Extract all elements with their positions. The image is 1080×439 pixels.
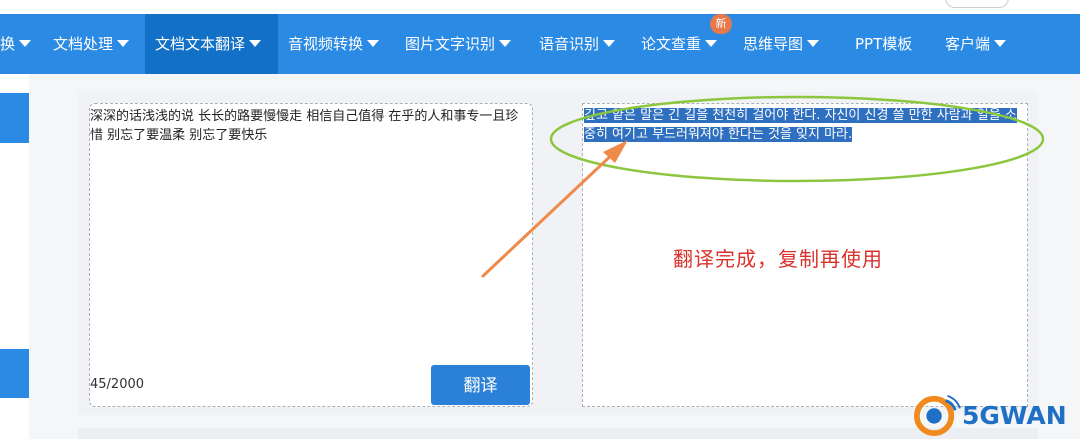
watermark-text: 5GWAN bbox=[962, 401, 1067, 430]
annotation-text: 翻译完成，复制再使用 bbox=[673, 247, 883, 271]
annotation-overlay bbox=[481, 95, 1045, 278]
highlight-ellipse bbox=[549, 95, 1045, 183]
5gwan-logo-icon bbox=[914, 394, 961, 437]
annotation-arrow-line bbox=[481, 148, 619, 278]
